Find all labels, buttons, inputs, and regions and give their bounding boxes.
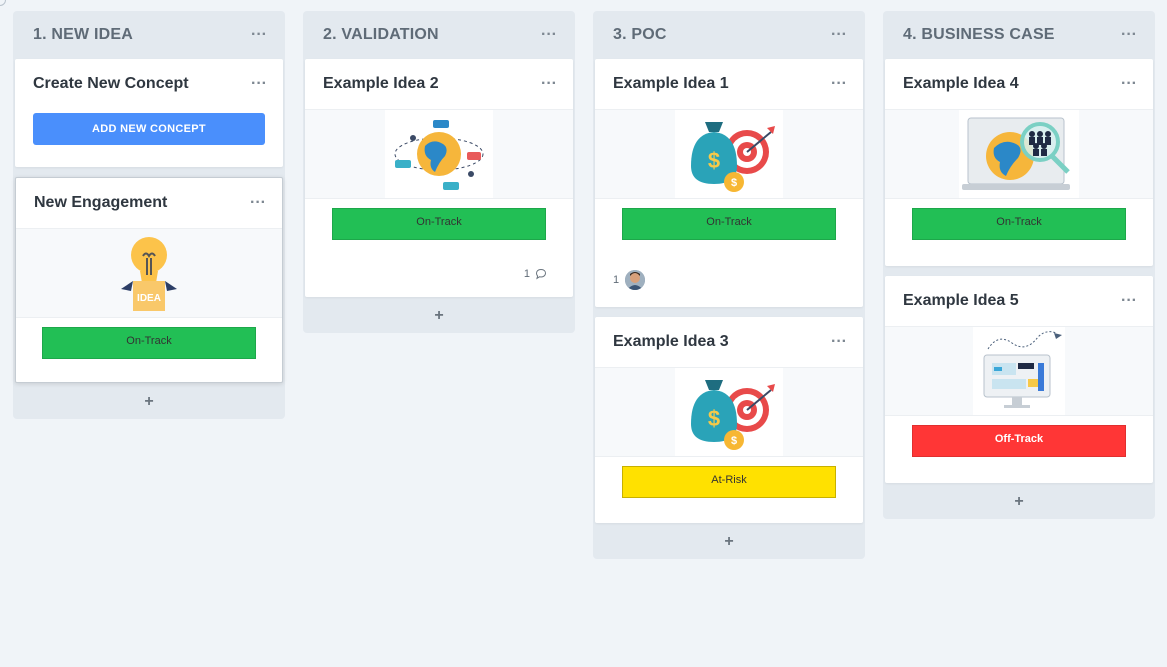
card-header: Example Idea 2 ··· — [305, 59, 573, 109]
lane-title: 3. POC — [613, 26, 667, 43]
user-avatar-icon — [625, 270, 646, 290]
lane-header: 4. BUSINESS CASE ··· — [883, 11, 1155, 59]
card-image: $ $ — [595, 367, 863, 457]
lane-poc: 3. POC ··· Example Idea 1 ··· $ $ On-Tra… — [593, 11, 865, 559]
assignee-count: 1 — [613, 274, 620, 286]
card-image: $ $ — [595, 109, 863, 199]
status-badge: Off-Track — [912, 425, 1126, 457]
add-new-concept-button[interactable]: ADD NEW CONCEPT — [33, 113, 265, 145]
card-meta: 1 — [305, 240, 573, 280]
lane-menu-icon[interactable]: ··· — [251, 27, 267, 43]
card-header: Example Idea 5 ··· — [885, 276, 1153, 326]
card-title: Example Idea 1 — [613, 75, 729, 92]
create-concept-card: Create New Concept ··· ADD NEW CONCEPT — [15, 59, 283, 167]
status-badge: At-Risk — [622, 466, 836, 498]
comment-count: 1 — [523, 268, 530, 280]
money-bag-target-icon: $ $ — [691, 122, 775, 192]
lane-menu-icon[interactable]: ··· — [541, 27, 557, 43]
card-meta: 1 — [595, 240, 863, 290]
idea-card[interactable]: Example Idea 4 ··· On-Track — [885, 59, 1153, 266]
idea-card[interactable]: New Engagement ··· IDEA On-Track — [15, 177, 283, 383]
lane-header: 2. VALIDATION ··· — [303, 11, 575, 59]
monitor-chart-icon — [983, 331, 1062, 408]
image-frame — [959, 110, 1079, 198]
lane-validation: 2. VALIDATION ··· Example Idea 2 ··· On-… — [303, 11, 575, 333]
card-header: Create New Concept ··· — [15, 59, 283, 109]
card-title: Create New Concept — [33, 75, 189, 92]
globe-network-icon — [394, 120, 484, 190]
card-image — [885, 326, 1153, 416]
money-bag-target-icon: $ $ — [691, 380, 775, 450]
lane-header: 3. POC ··· — [593, 11, 865, 59]
card-title: New Engagement — [34, 194, 168, 211]
laptop-globe-search-icon — [962, 117, 1070, 190]
card-image — [885, 109, 1153, 199]
card-title: Example Idea 4 — [903, 75, 1019, 92]
card-title: Example Idea 3 — [613, 333, 729, 350]
image-frame — [385, 110, 493, 198]
card-header: New Engagement ··· — [16, 178, 282, 228]
card-menu-icon[interactable]: ··· — [1121, 76, 1137, 92]
status-badge: On-Track — [622, 208, 836, 240]
corner-handle — [0, 0, 6, 6]
card-header: Example Idea 4 ··· — [885, 59, 1153, 109]
svg-text:$: $ — [731, 177, 737, 189]
card-title: Example Idea 5 — [903, 292, 1019, 309]
lane-title: 4. BUSINESS CASE — [903, 26, 1055, 43]
comment-icon[interactable] — [535, 268, 547, 280]
idea-card[interactable]: Example Idea 1 ··· $ $ On-Track 1 — [595, 59, 863, 307]
avatar[interactable] — [625, 270, 646, 290]
lane-title: 1. NEW IDEA — [33, 26, 133, 43]
add-card-button[interactable]: + — [883, 485, 1155, 519]
lane-menu-icon[interactable]: ··· — [1121, 27, 1137, 43]
card-image: IDEA — [16, 228, 282, 318]
svg-text:$: $ — [708, 148, 720, 173]
svg-text:IDEA: IDEA — [137, 293, 161, 304]
add-card-button[interactable]: + — [303, 299, 575, 333]
card-header: Example Idea 1 ··· — [595, 59, 863, 109]
card-menu-icon[interactable]: ··· — [831, 76, 847, 92]
svg-text:$: $ — [731, 435, 737, 447]
image-frame: $ $ — [675, 110, 783, 198]
lane-business-case: 4. BUSINESS CASE ··· Example Idea 4 ··· — [883, 11, 1155, 519]
card-menu-icon[interactable]: ··· — [831, 334, 847, 350]
status-badge: On-Track — [332, 208, 546, 240]
card-menu-icon[interactable]: ··· — [541, 76, 557, 92]
image-frame: $ $ — [675, 368, 783, 456]
idea-box-icon: IDEA — [121, 237, 177, 311]
image-frame — [973, 327, 1065, 415]
card-image — [305, 109, 573, 199]
idea-card[interactable]: Example Idea 3 ··· $ $ At-Risk — [595, 317, 863, 523]
card-menu-icon[interactable]: ··· — [250, 195, 266, 211]
card-header: Example Idea 3 ··· — [595, 317, 863, 367]
card-menu-icon[interactable]: ··· — [251, 76, 267, 92]
lane-title: 2. VALIDATION — [323, 26, 439, 43]
lane-menu-icon[interactable]: ··· — [831, 27, 847, 43]
add-card-button[interactable]: + — [593, 525, 865, 559]
status-badge: On-Track — [912, 208, 1126, 240]
svg-text:$: $ — [708, 406, 720, 431]
add-card-button[interactable]: + — [13, 385, 285, 419]
idea-card[interactable]: Example Idea 5 ··· Off-Track — [885, 276, 1153, 483]
status-badge: On-Track — [42, 327, 256, 359]
lane-new-idea: 1. NEW IDEA ··· Create New Concept ··· A… — [13, 11, 285, 419]
card-title: Example Idea 2 — [323, 75, 439, 92]
lane-header: 1. NEW IDEA ··· — [13, 11, 285, 59]
card-menu-icon[interactable]: ··· — [1121, 293, 1137, 309]
idea-card[interactable]: Example Idea 2 ··· On-Track 1 — [305, 59, 573, 297]
